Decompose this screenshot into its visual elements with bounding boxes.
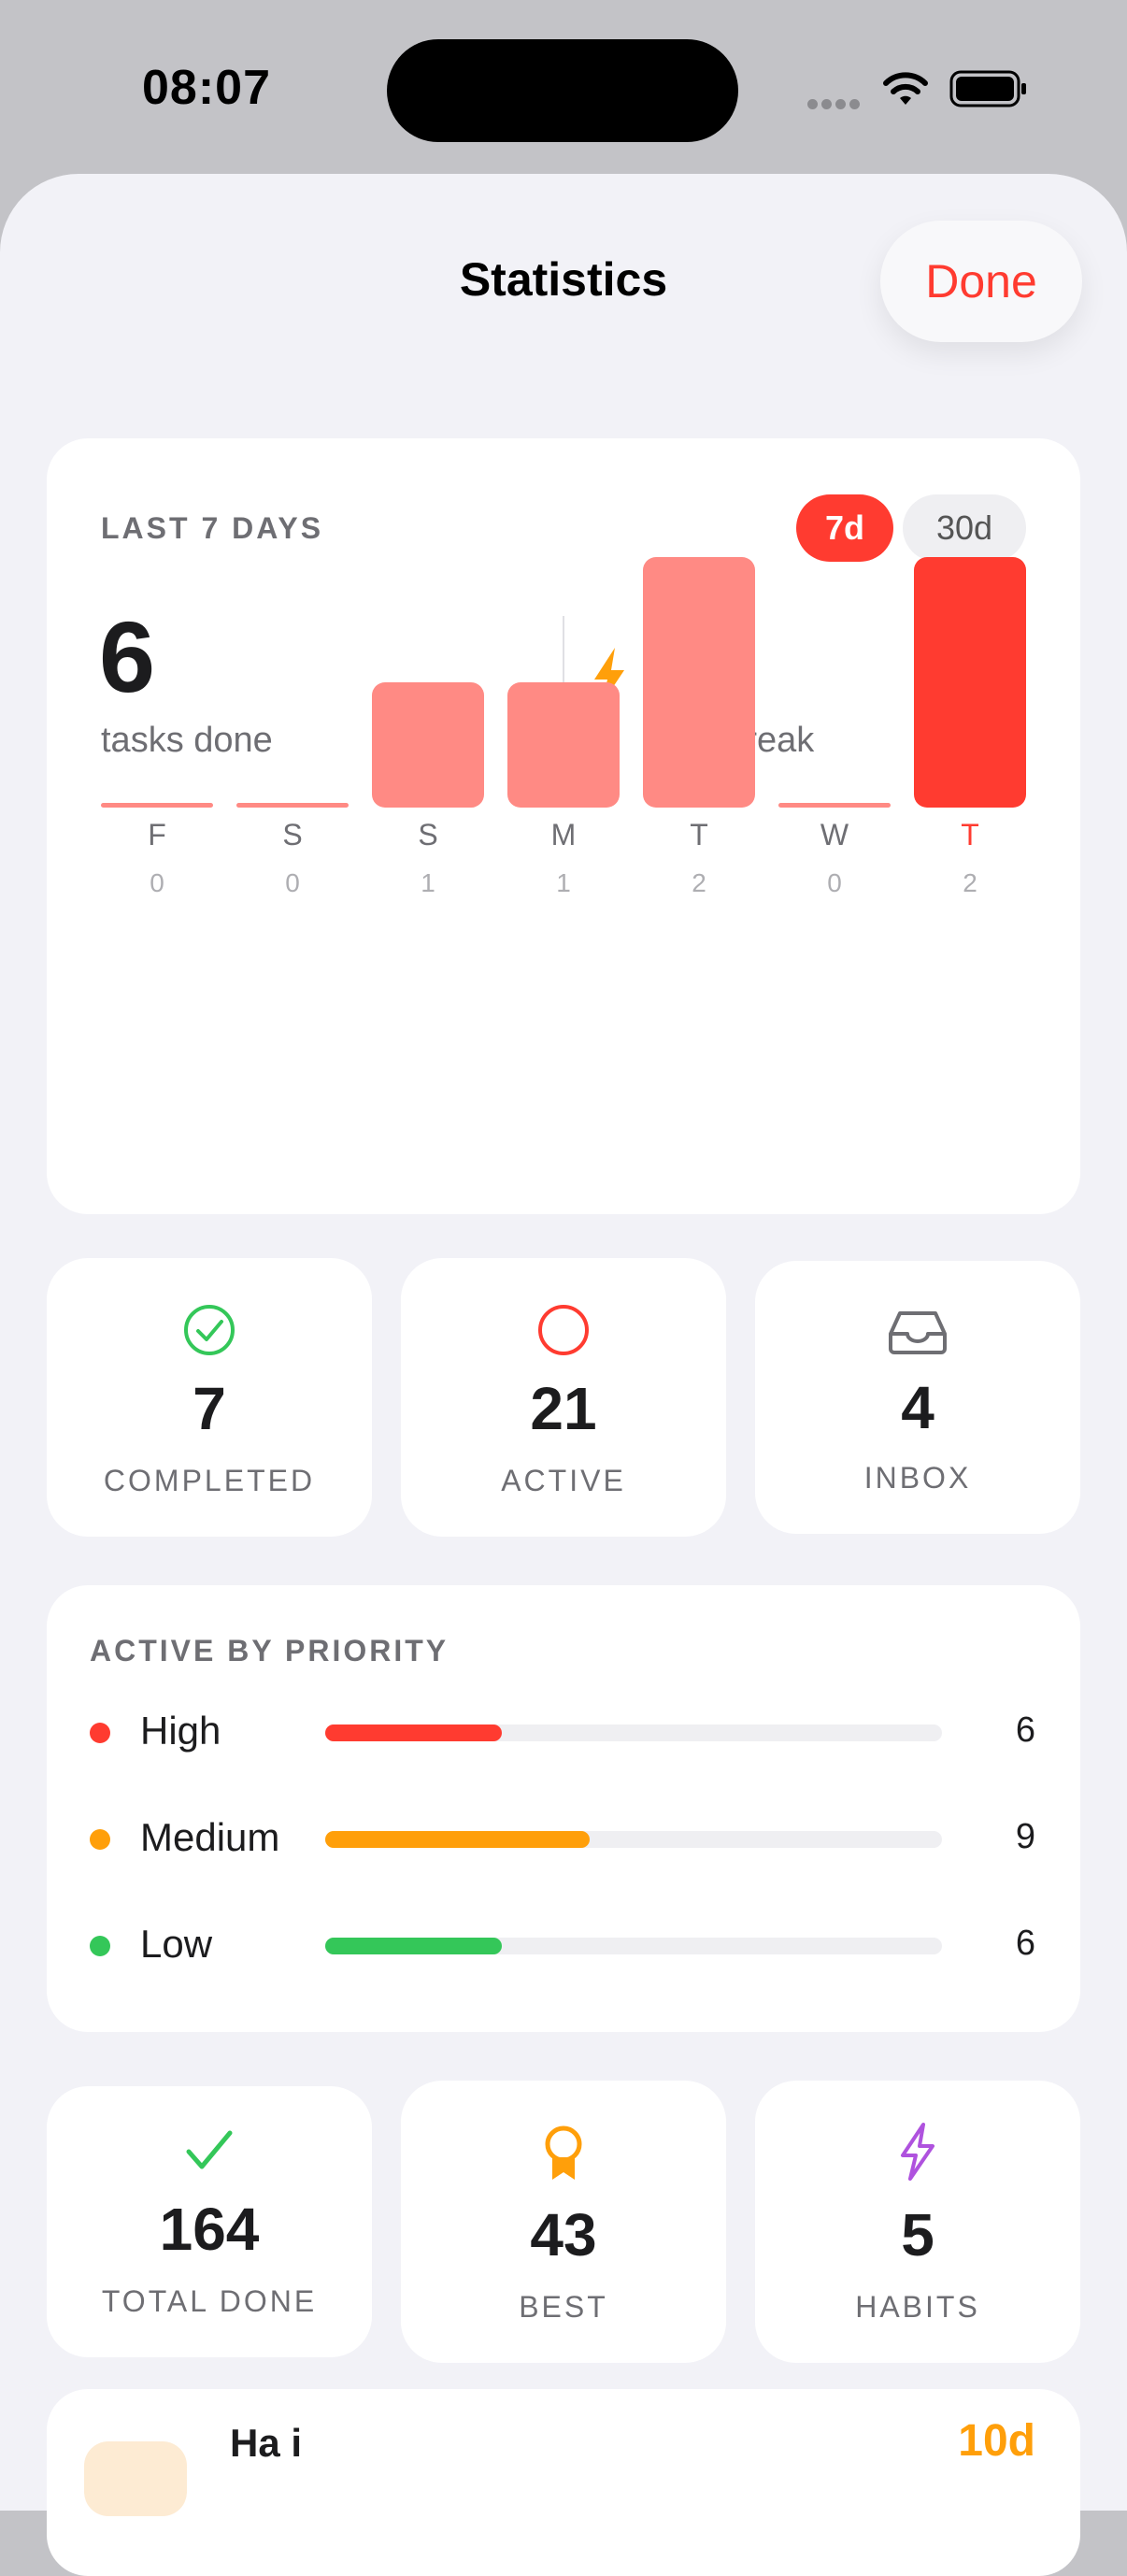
cellular-signal-icon [807,99,862,112]
habits-card[interactable]: 5 HABITS [755,2081,1080,2363]
best-label: BEST [519,2290,608,2324]
habits-streak-card[interactable]: Ha i 10d [47,2389,1080,2576]
chart-day-label: F [148,818,166,852]
check-circle-icon [184,1305,235,1355]
circle-icon [538,1305,589,1355]
wifi-icon [883,72,928,105]
active-label: ACTIVE [501,1464,626,1497]
chart-value-label: 1 [556,868,571,897]
chart-day-label: T [690,818,708,852]
bolt-outline-icon [901,2123,934,2181]
priority-dot [90,1936,110,1956]
chart-day-label: T [961,818,979,852]
completed-card[interactable]: 7 COMPLETED [47,1258,372,1537]
active-by-priority-card: ACTIVE BY PRIORITY High 6 Medium 9 Low 6 [47,1585,1080,2032]
habits-label: HABITS [855,2290,980,2324]
priority-name: High [140,1709,221,1753]
priority-count: 9 [1015,1817,1035,1856]
priority-bar-track [325,1724,942,1741]
chart-bar [372,682,484,808]
chart-value-label: 2 [963,868,977,897]
priority-bar-fill [325,1724,502,1741]
completed-value: 7 [193,1375,226,1442]
habit-icon [84,2441,187,2516]
priority-bar-track [325,1831,942,1848]
chart-bar [914,557,1026,808]
chart-value-label: 1 [421,868,435,897]
chart-bar [507,682,620,808]
priority-count: 6 [1015,1924,1035,1963]
inbox-icon [889,1311,947,1354]
chart-day-label: S [418,818,437,852]
done-button[interactable]: Done [880,221,1082,342]
priority-bar-fill [325,1938,502,1954]
chart-day-label: S [282,818,302,852]
last-7-days-card: LAST 7 DAYS 7d 30d 6 tasks done 1 day st… [47,438,1080,1214]
chart-value-label: 0 [827,868,842,897]
inbox-card[interactable]: 4 INBOX [755,1261,1080,1534]
priority-dot [90,1829,110,1850]
habit-card-value: 10d [958,2416,1035,2466]
habits-value: 5 [901,2201,934,2268]
best-value: 43 [530,2201,597,2268]
priority-bar-fill [325,1831,590,1848]
statistics-sheet: Statistics Done LAST 7 DAYS 7d 30d 6 tas… [0,174,1127,2576]
priority-name: Medium [140,1815,280,1859]
priority-section-label: ACTIVE BY PRIORITY [90,1634,449,1667]
chart-bar [101,803,213,808]
total-done-label: TOTAL DONE [101,2284,318,2318]
status-time: 08:07 [142,61,271,115]
chart-value-label: 0 [150,868,164,897]
priority-count: 6 [1015,1710,1035,1750]
chart-day-label: M [551,818,577,852]
chart-bar [778,803,891,808]
weekly-bar-chart: F 0 S 0 S 1 M 1 T 2 W 0 T 2 [101,557,1026,897]
total-done-value: 164 [159,2196,260,2263]
active-card[interactable]: 21 ACTIVE [401,1258,726,1537]
chart-bar [643,557,755,808]
battery-icon [949,70,1026,107]
priority-name: Low [140,1922,213,1966]
award-icon [545,2125,582,2180]
completed-label: COMPLETED [103,1464,316,1497]
chart-day-label: W [820,818,849,852]
priority-bar-track [325,1938,942,1954]
chart-value-label: 0 [285,868,300,897]
habit-card-title: Ha i [230,2421,303,2465]
total-done-card[interactable]: 164 TOTAL DONE [47,2086,372,2357]
inbox-value: 4 [901,1374,934,1441]
best-card[interactable]: 43 BEST [401,2081,726,2363]
dynamic-island [387,39,738,142]
inbox-label: INBOX [863,1461,972,1495]
priority-dot [90,1723,110,1743]
checkmark-icon [186,2130,233,2169]
active-value: 21 [530,1375,597,1442]
chart-value-label: 2 [692,868,706,897]
status-bar: 08:07 [0,0,1127,168]
chart-bar [236,803,349,808]
